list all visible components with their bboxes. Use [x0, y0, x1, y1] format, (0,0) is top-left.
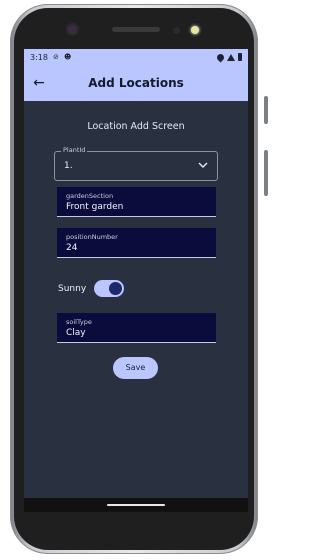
battery-icon	[238, 53, 242, 61]
volume-button	[264, 96, 268, 124]
app-bar: ← Add Locations	[24, 65, 248, 101]
plant-id-dropdown[interactable]: PlantId 1.	[54, 146, 218, 181]
toggle-knob	[109, 282, 123, 295]
status-bar: 3:18 ⊘ ☻	[24, 49, 248, 65]
back-arrow-icon[interactable]: ←	[30, 74, 48, 92]
sunny-label: Sunny	[58, 283, 87, 294]
wifi-icon	[215, 52, 226, 62]
status-time: 3:18	[30, 52, 48, 62]
page-title: Add Locations	[88, 76, 184, 90]
proximity-sensor	[173, 27, 180, 34]
soil-type-label: soilType	[66, 318, 92, 326]
garden-section-value: Front garden	[66, 202, 124, 212]
screen-heading: Location Add Screen	[87, 121, 185, 132]
status-icons	[215, 52, 242, 62]
front-camera	[68, 25, 77, 34]
soil-type-field[interactable]: soilType Clay	[57, 313, 216, 343]
position-number-field[interactable]: positionNumber 24	[57, 228, 216, 258]
garden-section-field[interactable]: gardenSection Front garden	[57, 187, 216, 217]
app-screen: 3:18 ⊘ ☻ ← Add Locations Location Add Sc…	[24, 49, 248, 498]
sunny-row: Sunny	[58, 280, 125, 297]
signal-icon	[227, 53, 235, 61]
plant-id-value: 1.	[64, 161, 73, 171]
earpiece-speaker	[112, 27, 160, 32]
home-indicator[interactable]	[107, 504, 165, 506]
dnd-icon: ⊘	[52, 52, 59, 61]
soil-type-value: Clay	[66, 328, 86, 338]
power-button	[264, 150, 268, 196]
plant-id-label: PlantId	[61, 146, 88, 154]
light-sensor	[191, 26, 199, 34]
sunny-toggle[interactable]	[94, 280, 125, 297]
chevron-down-icon	[198, 162, 208, 168]
save-button[interactable]: Save	[113, 357, 158, 379]
position-number-label: positionNumber	[66, 233, 118, 241]
notification-icon: ☻	[63, 52, 72, 61]
position-number-value: 24	[66, 243, 78, 253]
garden-section-label: gardenSection	[66, 192, 114, 200]
